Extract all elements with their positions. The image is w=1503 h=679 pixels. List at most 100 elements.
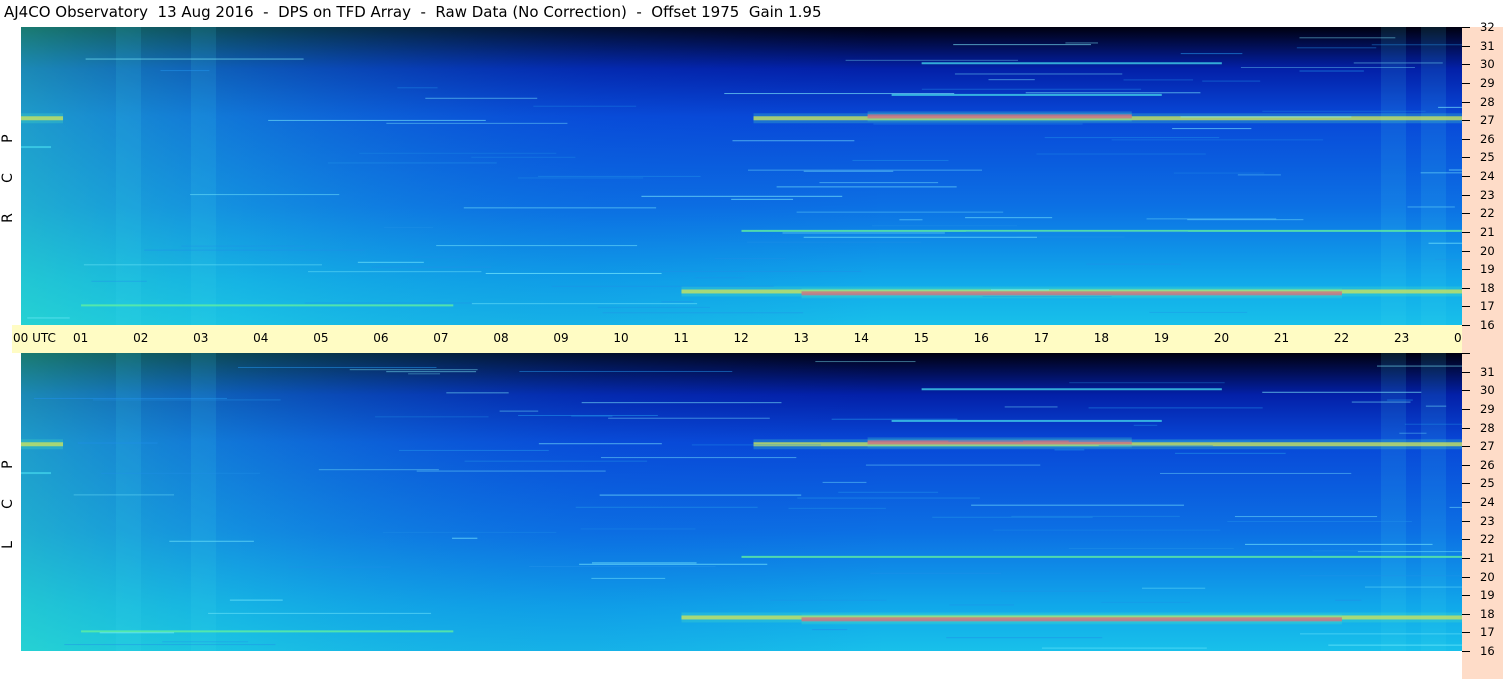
freq-tick-label: 20 [1480, 243, 1495, 258]
rcp-streak [1438, 106, 1462, 108]
lcp-streak [822, 481, 867, 483]
lcp-streak [788, 507, 886, 509]
lcp-streak [1245, 543, 1433, 545]
rcp-streak [1065, 42, 1098, 44]
lcp-streak [1234, 516, 1378, 518]
freq-tick-label: 24 [1480, 495, 1495, 509]
time-tick-22: 22 [1333, 331, 1350, 345]
lcp-streak [318, 469, 439, 471]
rcp-streak [803, 236, 1038, 238]
freq-tick-mark [1462, 306, 1470, 308]
rcp-streak [731, 198, 794, 200]
lcp-streak [1299, 633, 1462, 635]
rcp-streak [425, 97, 538, 99]
time-tick-3: 03 [193, 331, 209, 345]
lcp-streak [375, 416, 489, 418]
lcp-streak [1425, 405, 1447, 407]
time-tick-15: 15 [913, 331, 929, 345]
rcp-streak [471, 303, 698, 305]
rcp-streak [357, 261, 424, 263]
time-tick-5: 05 [313, 331, 329, 345]
rcp-band-halo-0 [21, 113, 64, 124]
freq-tick-mark [1462, 502, 1470, 503]
lcp-streak [382, 531, 557, 533]
freq-tick-label: 28 [1480, 94, 1495, 109]
lcp-streak [1133, 424, 1158, 426]
freq-tick-label: 19 [1480, 588, 1495, 603]
lcp-streak [519, 370, 733, 372]
lcp-streak [1299, 575, 1462, 577]
time-tick-17: 17 [1033, 331, 1049, 345]
rcp-streak [160, 70, 210, 72]
lcp-streak [580, 528, 696, 530]
lcp-streak [591, 577, 666, 579]
rcp-streak [1180, 53, 1243, 55]
rcp-streak [304, 302, 472, 304]
lcp-streak [349, 369, 478, 371]
freq-tick-mark [1462, 651, 1470, 652]
rcp-streak [371, 266, 492, 268]
lcp-streak [1399, 432, 1427, 434]
rcp-streak [397, 87, 438, 89]
freq-tick-mark [1462, 231, 1470, 233]
rcp-streak [953, 44, 1091, 46]
lcp-streak [1098, 445, 1213, 447]
lcp-streak [1387, 399, 1413, 401]
lcp-streak [169, 540, 254, 542]
time-tick-19: 19 [1153, 331, 1170, 345]
lcp-streak [1449, 506, 1462, 508]
freq-tick-mark [1462, 595, 1470, 597]
lcp-vertical-stripe [191, 353, 216, 651]
lcp-streak [932, 516, 1093, 518]
freq-tick-label: 27 [1480, 439, 1495, 454]
lcp-streak [949, 604, 1014, 606]
lcp-streak [33, 397, 228, 399]
freq-tick-mark [1462, 101, 1470, 103]
lcp-streak [770, 599, 887, 601]
freq-tick-label: 23 [1480, 187, 1495, 202]
chart-title: AJ4CO Observatory 13 Aug 2016 - DPS on T… [4, 3, 822, 21]
lcp-streak [1351, 401, 1411, 403]
rcp-streak [1111, 139, 1324, 141]
rcp-streak [649, 270, 862, 272]
freq-tick-label: 17 [1480, 299, 1495, 314]
lcp-streak [1068, 547, 1234, 549]
freq-tick-mark [1462, 27, 1470, 28]
lcp-svg [21, 353, 1462, 651]
freq-tick-label: 26 [1480, 457, 1495, 472]
rcp-label: P C R [0, 130, 16, 226]
rcp-streak [1428, 242, 1462, 244]
lcp-streak [993, 529, 1221, 531]
lcp-letter-p: P [0, 460, 16, 469]
rcp-band-8 [921, 62, 1222, 65]
lcp-streak [77, 442, 158, 444]
freq-tick-label: 18 [1480, 280, 1495, 295]
lcp-band-halo-2 [867, 437, 1132, 448]
freq-tick-mark [1462, 632, 1470, 634]
rcp-streak [776, 186, 957, 188]
rcp-streak [91, 280, 147, 282]
lcp-streak [1175, 452, 1286, 454]
rcp-streak [1353, 62, 1443, 64]
freq-tick-mark [1462, 176, 1470, 177]
rcp-streak [796, 211, 1004, 213]
rcp-band-7 [891, 93, 1162, 96]
rcp-streak [899, 219, 923, 221]
rcp-streak [1173, 172, 1265, 174]
freq-tick-mark [1462, 138, 1470, 140]
rcp-streak [694, 277, 745, 279]
rcp-spectrogram [21, 27, 1462, 325]
rcp-streak [412, 256, 463, 258]
rcp-streak [1420, 172, 1462, 174]
freq-tick-label: 28 [1480, 420, 1495, 435]
lcp-spectrogram [21, 353, 1462, 651]
freq-tick-mark [1462, 520, 1470, 522]
freq-tick-mark [1462, 82, 1470, 84]
freq-tick-mark [1462, 194, 1470, 196]
lcp-streak [398, 449, 549, 451]
freq-tick-mark [1462, 157, 1470, 159]
lcp-streak [64, 644, 276, 646]
lcp-streak [162, 641, 249, 643]
time-tick-0: 00 UTC [13, 331, 56, 345]
rcp-streak [597, 306, 710, 308]
